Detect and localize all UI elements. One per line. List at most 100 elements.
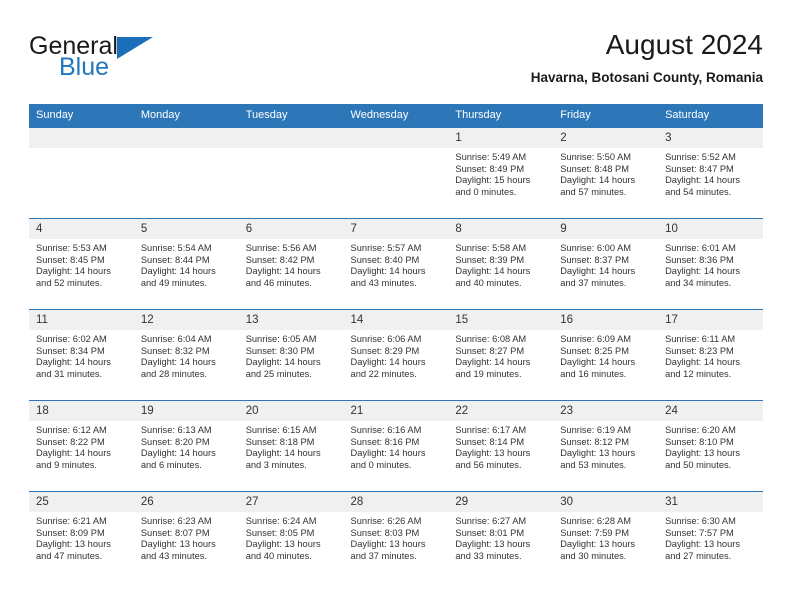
day-info-line: Daylight: 13 hours bbox=[350, 539, 426, 550]
calendar-day-cell[interactable]: 19 Sunrise: 6:13 AM Sunset: 8:20 PM Dayligh… bbox=[133, 400, 239, 492]
day-info-line: and 37 minutes. bbox=[560, 277, 627, 288]
day-sun-info: Sunrise: 6:15 AM Sunset: 8:18 PM Daylight:… bbox=[239, 421, 344, 471]
calendar-day-cell[interactable]: 2 Sunrise: 5:50 AM Sunset: 8:48 PM Daylight… bbox=[553, 127, 659, 219]
calendar-day-cell-empty bbox=[343, 127, 449, 219]
calendar-day-cell[interactable]: 11 Sunrise: 6:02 AM Sunset: 8:34 PM Dayligh… bbox=[29, 309, 134, 401]
calendar-day-cell[interactable]: 8 Sunrise: 5:58 AM Sunset: 8:39 PM Daylight… bbox=[448, 218, 554, 310]
day-sun-info: Sunrise: 6:09 AM Sunset: 8:25 PM Daylight:… bbox=[553, 330, 658, 380]
calendar-day-cell[interactable]: 26 Sunrise: 6:23 AM Sunset: 8:07 PM Dayligh… bbox=[133, 491, 239, 582]
day-info-line: Daylight: 13 hours bbox=[665, 539, 740, 550]
calendar-day-cell[interactable]: 13 Sunrise: 6:05 AM Sunset: 8:30 PM Dayligh… bbox=[238, 309, 344, 401]
day-info-line: Daylight: 14 hours bbox=[665, 357, 740, 368]
brand-logo[interactable]: General Blue bbox=[29, 33, 289, 93]
day-number: 13 bbox=[238, 310, 344, 330]
calendar-day-cell[interactable]: 22 Sunrise: 6:17 AM Sunset: 8:14 PM Dayligh… bbox=[448, 400, 554, 492]
weekday-header-row: Sunday Monday Tuesday Wednesday Thursday Frid… bbox=[29, 104, 763, 128]
calendar-day-cell[interactable]: 29 Sunrise: 6:27 AM Sunset: 8:01 PM Dayligh… bbox=[448, 491, 554, 582]
day-number: 4 bbox=[29, 219, 134, 239]
day-number bbox=[343, 128, 449, 148]
day-info-line: and 43 minutes. bbox=[350, 277, 417, 288]
day-info-line: Daylight: 14 hours bbox=[140, 266, 216, 277]
day-info-line: Sunrise: 5:53 AM bbox=[36, 243, 107, 253]
calendar-day-cell[interactable]: 14 Sunrise: 6:06 AM Sunset: 8:29 PM Dayligh… bbox=[343, 309, 449, 401]
day-info-line: Sunset: 8:29 PM bbox=[350, 345, 420, 356]
calendar-week-row: 18 Sunrise: 6:12 AM Sunset: 8:22 PM Dayligh… bbox=[29, 400, 763, 492]
calendar-day-cell[interactable]: 5 Sunrise: 5:54 AM Sunset: 8:44 PM Daylight… bbox=[133, 218, 239, 310]
day-info-line: Daylight: 13 hours bbox=[140, 539, 216, 550]
day-info-line: Sunset: 8:05 PM bbox=[245, 527, 315, 538]
day-number: 28 bbox=[343, 492, 449, 512]
calendar-day-cell[interactable]: 25 Sunrise: 6:21 AM Sunset: 8:09 PM Dayligh… bbox=[29, 491, 134, 582]
day-info-line: Sunset: 8:14 PM bbox=[455, 436, 525, 447]
page-header: General Blue August 2024 Havarna, Botosa… bbox=[29, 28, 763, 98]
calendar-day-cell[interactable]: 16 Sunrise: 6:09 AM Sunset: 8:25 PM Dayligh… bbox=[553, 309, 659, 401]
calendar-day-cell[interactable]: 7 Sunrise: 5:57 AM Sunset: 8:40 PM Daylight… bbox=[343, 218, 449, 310]
day-info-line: and 33 minutes. bbox=[455, 550, 522, 561]
day-info-line: Sunrise: 5:49 AM bbox=[455, 152, 527, 162]
weekday-header-tuesday: Tuesday bbox=[238, 104, 344, 128]
calendar-day-cell[interactable]: 18 Sunrise: 6:12 AM Sunset: 8:22 PM Dayligh… bbox=[29, 400, 134, 492]
calendar-day-cell[interactable]: 12 Sunrise: 6:04 AM Sunset: 8:32 PM Dayligh… bbox=[133, 309, 239, 401]
calendar-day-cell[interactable]: 27 Sunrise: 6:24 AM Sunset: 8:05 PM Dayligh… bbox=[238, 491, 344, 582]
day-info-line: and 3 minutes. bbox=[245, 459, 307, 470]
day-sun-info: Sunrise: 6:16 AM Sunset: 8:16 PM Daylight:… bbox=[344, 421, 449, 471]
calendar-day-cell[interactable]: 23 Sunrise: 6:19 AM Sunset: 8:12 PM Dayligh… bbox=[553, 400, 659, 492]
day-info-line: and 6 minutes. bbox=[140, 459, 202, 470]
day-info-line: and 40 minutes. bbox=[455, 277, 522, 288]
day-number: 8 bbox=[448, 219, 554, 239]
calendar-day-cell[interactable]: 3 Sunrise: 5:52 AM Sunset: 8:47 PM Daylight… bbox=[658, 127, 763, 219]
day-sun-info: Sunrise: 6:12 AM Sunset: 8:22 PM Daylight:… bbox=[29, 421, 134, 471]
day-sun-info: Sunrise: 5:53 AM Sunset: 8:45 PM Daylight:… bbox=[29, 239, 134, 289]
day-info-line: and 0 minutes. bbox=[455, 186, 517, 197]
day-info-line: and 25 minutes. bbox=[245, 368, 312, 379]
brand-name-general: General bbox=[29, 32, 118, 60]
calendar-day-cell[interactable]: 30 Sunrise: 6:28 AM Sunset: 7:59 PM Dayligh… bbox=[553, 491, 659, 582]
day-number bbox=[29, 128, 134, 148]
calendar-day-cell[interactable]: 10 Sunrise: 6:01 AM Sunset: 8:36 PM Dayligh… bbox=[658, 218, 763, 310]
day-info-line: and 12 minutes. bbox=[665, 368, 732, 379]
calendar-day-cell[interactable]: 31 Sunrise: 6:30 AM Sunset: 7:57 PM Dayligh… bbox=[658, 491, 763, 582]
day-sun-info: Sunrise: 5:52 AM Sunset: 8:47 PM Daylight:… bbox=[658, 148, 763, 198]
day-info-line: and 37 minutes. bbox=[350, 550, 417, 561]
calendar-day-cell[interactable]: 9 Sunrise: 6:00 AM Sunset: 8:37 PM Daylight… bbox=[553, 218, 659, 310]
calendar-day-cell[interactable]: 17 Sunrise: 6:11 AM Sunset: 8:23 PM Dayligh… bbox=[658, 309, 763, 401]
day-info-line: Sunset: 7:57 PM bbox=[665, 527, 734, 538]
day-info-line: and 53 minutes. bbox=[560, 459, 627, 470]
calendar-day-cell[interactable]: 1 Sunrise: 5:49 AM Sunset: 8:49 PM Daylight… bbox=[448, 127, 554, 219]
day-sun-info: Sunrise: 5:57 AM Sunset: 8:40 PM Daylight:… bbox=[344, 239, 449, 289]
day-info-line: Daylight: 14 hours bbox=[245, 357, 321, 368]
day-info-line: Daylight: 14 hours bbox=[245, 266, 321, 277]
day-info-line: Sunrise: 6:24 AM bbox=[245, 516, 317, 526]
day-info-line: Sunset: 8:23 PM bbox=[665, 345, 734, 356]
day-info-line: Daylight: 13 hours bbox=[245, 539, 321, 550]
day-info-line: Sunrise: 6:02 AM bbox=[36, 334, 107, 344]
day-sun-info: Sunrise: 5:49 AM Sunset: 8:49 PM Daylight:… bbox=[448, 148, 553, 198]
calendar-day-cell[interactable]: 20 Sunrise: 6:15 AM Sunset: 8:18 PM Dayligh… bbox=[238, 400, 344, 492]
day-info-line: Daylight: 14 hours bbox=[455, 266, 531, 277]
calendar-table: Sunday Monday Tuesday Wednesday Thursday Frid… bbox=[29, 104, 763, 582]
day-info-line: Daylight: 13 hours bbox=[560, 539, 636, 550]
day-sun-info: Sunrise: 6:13 AM Sunset: 8:20 PM Daylight:… bbox=[134, 421, 239, 471]
day-info-line: and 22 minutes. bbox=[350, 368, 417, 379]
calendar-day-cell[interactable]: 28 Sunrise: 6:26 AM Sunset: 8:03 PM Dayligh… bbox=[343, 491, 449, 582]
calendar-day-cell[interactable]: 21 Sunrise: 6:16 AM Sunset: 8:16 PM Dayligh… bbox=[343, 400, 449, 492]
day-number: 20 bbox=[238, 401, 344, 421]
day-info-line: and 46 minutes. bbox=[245, 277, 312, 288]
day-info-line: Daylight: 13 hours bbox=[36, 539, 111, 550]
calendar-week-row: 4 Sunrise: 5:53 AM Sunset: 8:45 PM Daylight… bbox=[29, 218, 763, 310]
day-info-line: and 52 minutes. bbox=[36, 277, 103, 288]
day-info-line: Daylight: 14 hours bbox=[350, 448, 426, 459]
calendar-day-cell[interactable]: 15 Sunrise: 6:08 AM Sunset: 8:27 PM Dayligh… bbox=[448, 309, 554, 401]
day-info-line: Daylight: 14 hours bbox=[350, 266, 426, 277]
day-info-line: Daylight: 13 hours bbox=[560, 448, 636, 459]
calendar-day-cell[interactable]: 24 Sunrise: 6:20 AM Sunset: 8:10 PM Dayligh… bbox=[658, 400, 763, 492]
day-info-line: Sunrise: 6:27 AM bbox=[455, 516, 527, 526]
calendar-day-cell[interactable]: 4 Sunrise: 5:53 AM Sunset: 8:45 PM Daylight… bbox=[29, 218, 134, 310]
day-info-line: Daylight: 15 hours bbox=[455, 175, 531, 186]
day-info-line: Sunrise: 5:52 AM bbox=[665, 152, 736, 162]
day-sun-info: Sunrise: 6:19 AM Sunset: 8:12 PM Daylight:… bbox=[553, 421, 658, 471]
day-info-line: Sunset: 7:59 PM bbox=[560, 527, 629, 538]
day-number: 23 bbox=[553, 401, 659, 421]
calendar-day-cell[interactable]: 6 Sunrise: 5:56 AM Sunset: 8:42 PM Daylight… bbox=[238, 218, 344, 310]
day-number bbox=[238, 128, 344, 148]
